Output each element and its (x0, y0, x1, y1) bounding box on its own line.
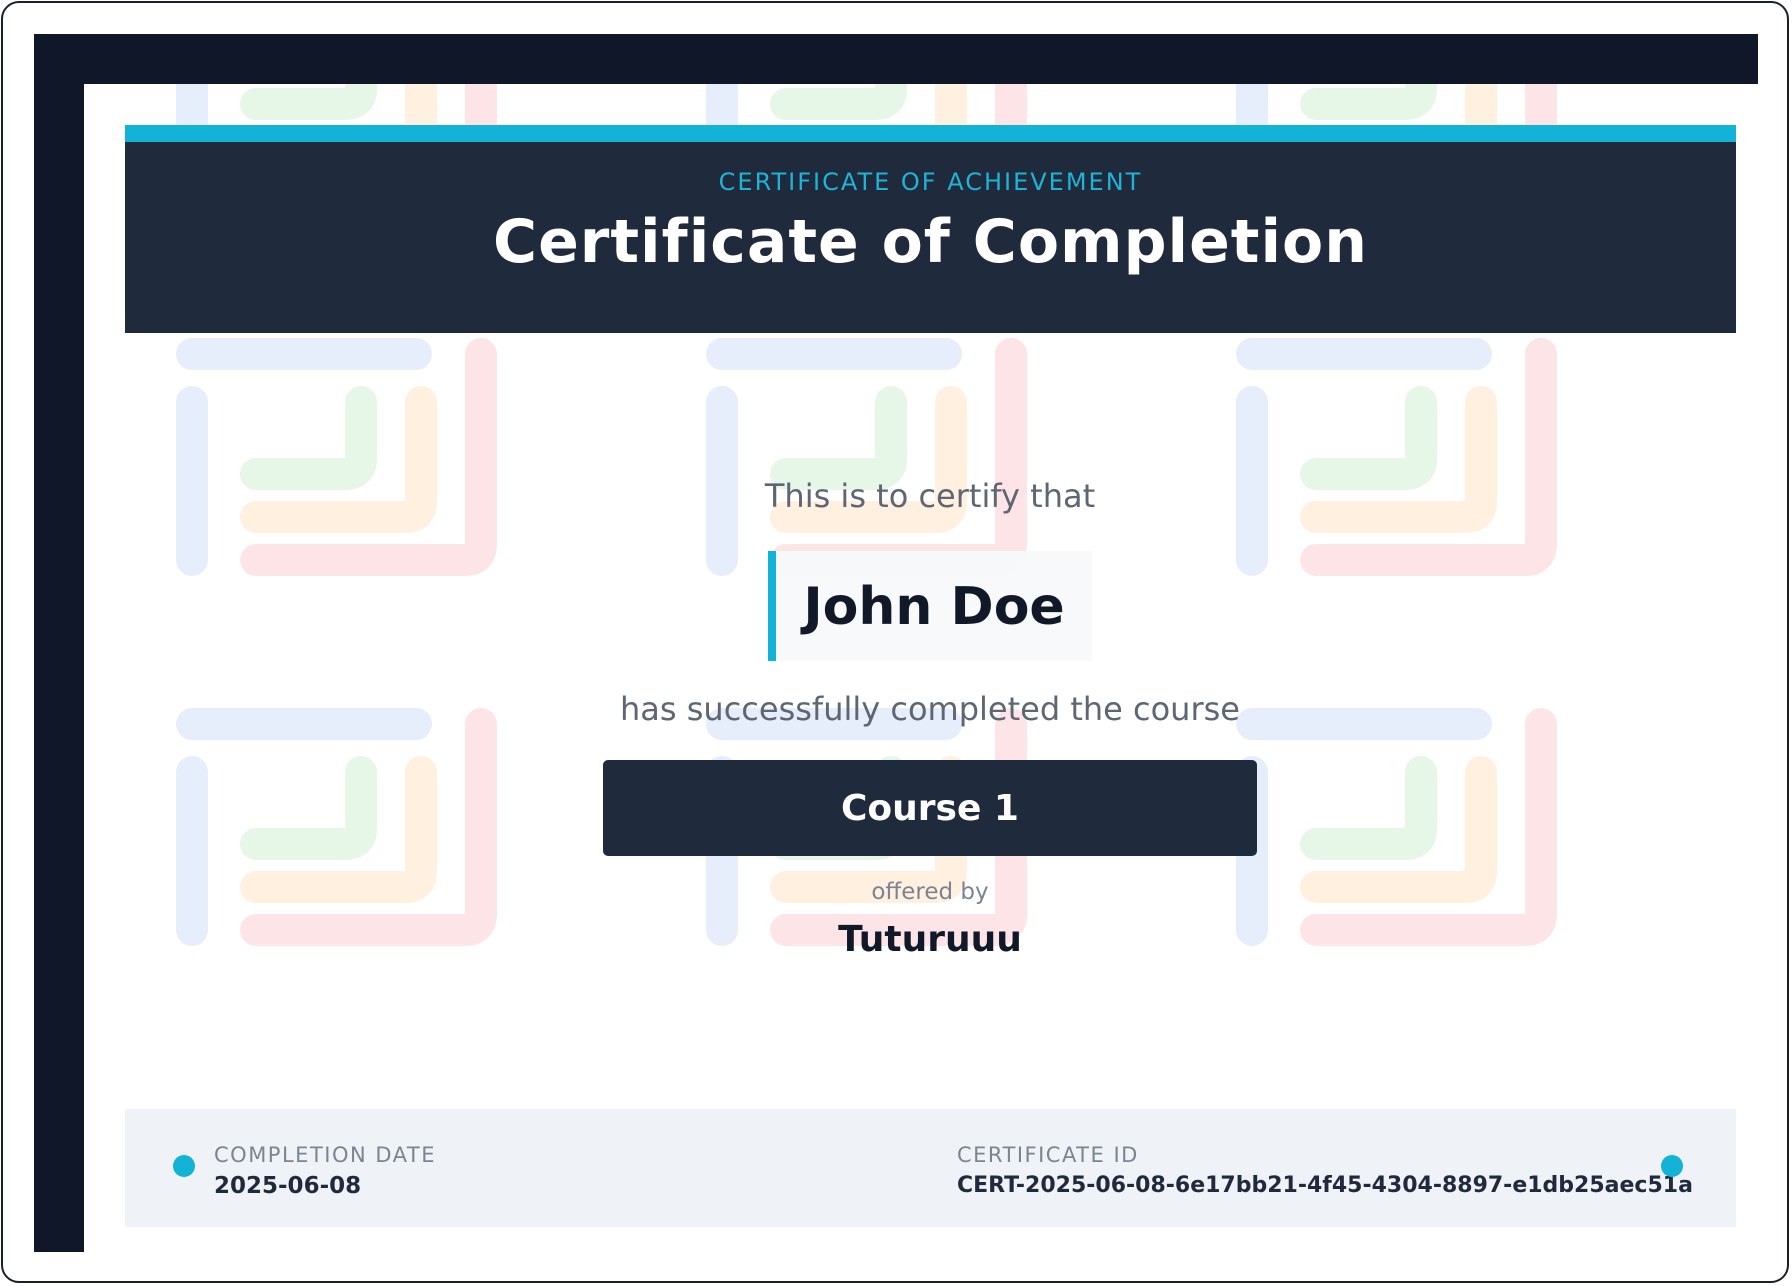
pattern-stroke (240, 386, 377, 490)
provider-name: Tuturuuu (838, 919, 1022, 960)
header-accent-bar (125, 125, 1736, 142)
footer-left-dot-icon (173, 1155, 195, 1177)
certify-line: This is to certify that (764, 477, 1096, 515)
certificate-id-label: CERTIFICATE ID (957, 1143, 1139, 1167)
certificate-border: CERTIFICATE OF ACHIEVEMENT Certificate o… (34, 34, 1776, 1270)
pattern-stroke (770, 84, 907, 120)
pattern-stroke (770, 386, 907, 490)
certificate-footer: COMPLETION DATE 2025-06-08 CERTIFICATE I… (125, 1109, 1736, 1227)
completed-line: has successfully completed the course (620, 690, 1240, 728)
pattern-logo-tile (176, 338, 497, 576)
certificate-id-value: CERT-2025-06-08-6e17bb21-4f45-4304-8897-… (957, 1173, 1693, 1198)
offered-by-label: offered by (871, 879, 989, 905)
recipient-name-box: John Doe (768, 551, 1092, 661)
pattern-logo-tile (706, 338, 1027, 576)
certificate-sheet: CERTIFICATE OF ACHIEVEMENT Certificate o… (84, 84, 1776, 1270)
completion-date-label: COMPLETION DATE (214, 1143, 437, 1167)
completion-date-value: 2025-06-08 (214, 1173, 362, 1199)
footer-right-dot-icon (1661, 1155, 1683, 1177)
pattern-logo-tile (1236, 338, 1557, 576)
pattern-stroke (240, 756, 377, 860)
course-name-box: Course 1 (603, 760, 1257, 856)
certificate-header: CERTIFICATE OF ACHIEVEMENT Certificate o… (125, 125, 1736, 333)
pattern-stroke (1300, 84, 1437, 120)
certificate-title: Certificate of Completion (493, 207, 1368, 277)
pattern-stroke (240, 84, 377, 120)
header-kicker: CERTIFICATE OF ACHIEVEMENT (718, 168, 1143, 196)
recipient-name: John Doe (803, 577, 1065, 637)
pattern-stroke (1300, 386, 1437, 490)
pattern-stroke (1300, 756, 1437, 860)
course-name: Course 1 (841, 788, 1019, 829)
